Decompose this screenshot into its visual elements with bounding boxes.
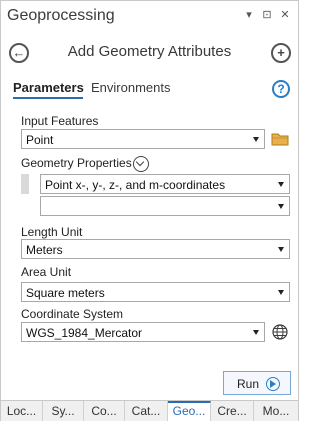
multivalue-indent-bar — [21, 174, 29, 194]
chevron-down-icon — [278, 182, 284, 187]
bottom-tab-modify-features[interactable]: Mo... — [254, 401, 298, 421]
length-unit-label: Length Unit — [21, 225, 83, 239]
bottom-tab-catalog[interactable]: Cat... — [125, 401, 168, 421]
add-button[interactable]: + — [271, 43, 291, 63]
area-unit-value: Square meters — [26, 286, 105, 300]
active-tab-underline — [13, 97, 83, 99]
pane-title: Geoprocessing — [7, 7, 115, 24]
geometry-properties-dropdown-1[interactable]: Point x-, y-, z-, and m-coordinates — [40, 174, 290, 194]
tool-tabs: Parameters Environments ? — [1, 77, 298, 101]
tool-header: ← Add Geometry Attributes + — [1, 35, 298, 69]
input-features-dropdown[interactable]: Point — [21, 129, 265, 149]
browse-folder-icon[interactable] — [271, 132, 289, 146]
length-unit-dropdown[interactable]: Meters — [21, 239, 290, 259]
input-features-label: Input Features — [21, 114, 99, 128]
chevron-down-icon — [253, 330, 259, 335]
pane-titlebar: Geoprocessing ▾ ⊡ ✕ — [1, 1, 298, 33]
tab-environments[interactable]: Environments — [91, 80, 170, 95]
coordinate-system-dropdown[interactable]: WGS_1984_Mercator — [21, 322, 265, 342]
play-icon — [266, 377, 280, 391]
area-unit-dropdown[interactable]: Square meters — [21, 282, 290, 302]
length-unit-value: Meters — [26, 243, 63, 257]
close-icon[interactable]: ✕ — [278, 8, 292, 22]
chevron-down-circle-icon[interactable] — [133, 156, 149, 172]
globe-icon[interactable] — [272, 324, 288, 340]
run-label: Run — [237, 377, 260, 391]
tab-parameters[interactable]: Parameters — [13, 80, 84, 95]
coordinate-system-label: Coordinate System — [21, 307, 124, 321]
bottom-tab-create-features[interactable]: Cre... — [211, 401, 254, 421]
chevron-down-icon — [278, 290, 284, 295]
geometry-properties-dropdown-2[interactable] — [40, 196, 290, 216]
geoprocessing-pane: Geoprocessing ▾ ⊡ ✕ ← Add Geometry Attri… — [0, 0, 299, 421]
bottom-tab-contents[interactable]: Co... — [84, 401, 125, 421]
area-unit-label: Area Unit — [21, 265, 72, 279]
help-icon[interactable]: ? — [272, 80, 290, 98]
bottom-tab-geoprocessing[interactable]: Geo... — [168, 401, 211, 421]
bottom-tab-symbology[interactable]: Sy... — [43, 401, 84, 421]
run-button[interactable]: Run — [223, 371, 291, 395]
input-features-value: Point — [26, 133, 54, 147]
pane-options-dropdown-icon[interactable]: ▾ — [242, 8, 256, 22]
auto-hide-icon[interactable]: ⊡ — [260, 8, 274, 22]
bottom-pane-tabs: Loc... Sy... Co... Cat... Geo... Cre... … — [1, 400, 298, 421]
plus-icon: + — [277, 45, 285, 60]
tool-title: Add Geometry Attributes — [67, 43, 232, 60]
chevron-down-icon — [253, 137, 259, 142]
chevron-down-icon — [278, 204, 284, 209]
geometry-properties-label: Geometry Properties — [21, 156, 132, 170]
bottom-tab-locate[interactable]: Loc... — [1, 401, 43, 421]
coordinate-system-value: WGS_1984_Mercator — [26, 326, 143, 340]
chevron-down-icon — [278, 247, 284, 252]
geometry-properties-value-1: Point x-, y-, z-, and m-coordinates — [45, 178, 226, 192]
